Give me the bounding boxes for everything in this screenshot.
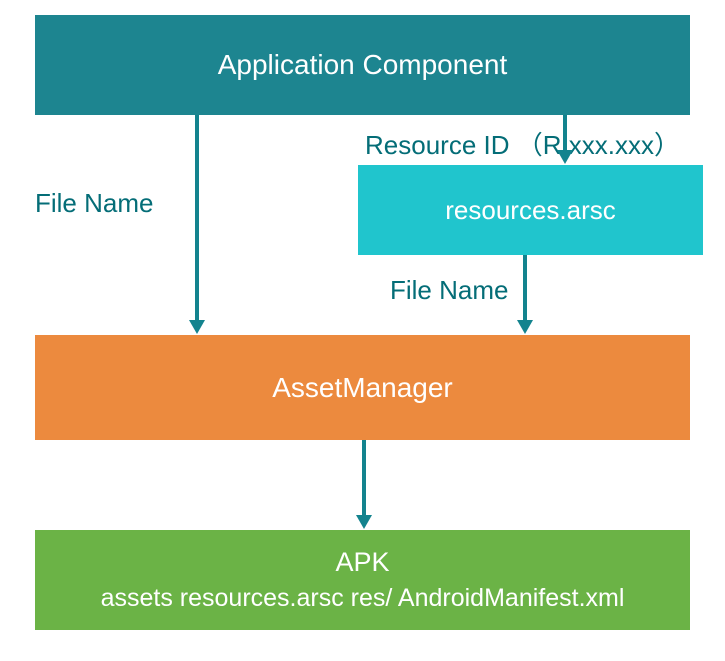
arrow-assetmanager-to-apk-head [356,515,372,529]
arrow-appcomponent-to-resources-head [557,150,573,164]
arrow-appcomponent-to-resources-line [563,115,567,150]
text-resources-arsc: resources.arsc [445,195,616,226]
text-application-component: Application Component [218,49,508,81]
box-resources-arsc: resources.arsc [358,165,703,255]
text-apk-title: APK [335,544,389,582]
arrow-appcomponent-to-assetmanager-head [189,320,205,334]
label-file-name-left: File Name [35,188,153,219]
text-apk-subtitle: assets resources.arsc res/ AndroidManife… [101,581,625,616]
arrow-resources-to-assetmanager-head [517,320,533,334]
box-apk: APK assets resources.arsc res/ AndroidMa… [35,530,690,630]
label-file-name-right: File Name [390,275,508,306]
arrow-assetmanager-to-apk-line [362,440,366,515]
arrow-appcomponent-to-assetmanager-line [195,115,199,320]
box-application-component: Application Component [35,15,690,115]
arrow-resources-to-assetmanager-line [523,255,527,320]
label-resource-id: Resource ID （R.xxx.xxx） [365,125,680,162]
box-asset-manager: AssetManager [35,335,690,440]
text-asset-manager: AssetManager [272,372,453,404]
